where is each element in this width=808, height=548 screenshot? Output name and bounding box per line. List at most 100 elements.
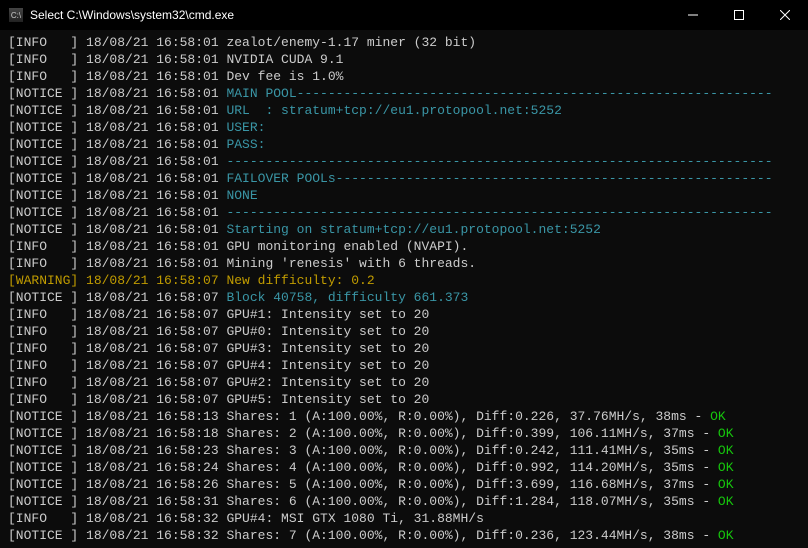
minimize-button[interactable] (670, 0, 716, 30)
log-prefix: [INFO ] 18/08/21 16:58:01 (8, 239, 226, 254)
log-line: [NOTICE ] 18/08/21 16:58:01 FAILOVER POO… (8, 170, 802, 187)
log-prefix: [NOTICE ] 18/08/21 16:58:01 (8, 154, 226, 169)
log-prefix: [INFO ] 18/08/21 16:58:07 (8, 375, 226, 390)
log-segment: ----------------------------------------… (336, 171, 773, 186)
log-prefix: [NOTICE ] 18/08/21 16:58:01 (8, 188, 226, 203)
log-segment: GPU#1: Intensity set to 20 (226, 307, 429, 322)
log-segment: OK (718, 528, 734, 543)
log-segment: NONE (226, 188, 257, 203)
maximize-icon (734, 10, 744, 20)
log-segment: GPU#5: Intensity set to 20 (226, 392, 429, 407)
log-line: [INFO ] 18/08/21 16:58:32 GPU#4: MSI GTX… (8, 510, 802, 527)
log-prefix: [NOTICE ] 18/08/21 16:58:07 (8, 290, 226, 305)
log-segment: ----------------------------------------… (226, 154, 772, 169)
close-icon (780, 10, 790, 20)
log-line: [INFO ] 18/08/21 16:58:01 NVIDIA CUDA 9.… (8, 51, 802, 68)
log-line: [NOTICE ] 18/08/21 16:58:26 Shares: 5 (A… (8, 476, 802, 493)
log-segment: Shares: 3 (A:100.00%, R:0.00%), Diff:0.2… (226, 443, 717, 458)
close-button[interactable] (762, 0, 808, 30)
log-prefix: [WARNING] 18/08/21 16:58:07 (8, 273, 226, 288)
log-segment: Shares: 1 (A:100.00%, R:0.00%), Diff:0.2… (226, 409, 710, 424)
log-prefix: [INFO ] 18/08/21 16:58:01 (8, 69, 226, 84)
log-segment: Shares: 7 (A:100.00%, R:0.00%), Diff:0.2… (226, 528, 717, 543)
log-segment: NVIDIA CUDA 9.1 (226, 52, 343, 67)
log-segment: GPU#2: Intensity set to 20 (226, 375, 429, 390)
log-segment: zealot/enemy-1.17 miner (32 bit) (226, 35, 476, 50)
log-segment: Shares: 6 (A:100.00%, R:0.00%), Diff:1.2… (226, 494, 717, 509)
log-prefix: [NOTICE ] 18/08/21 16:58:32 (8, 528, 226, 543)
log-line: [NOTICE ] 18/08/21 16:58:01 MAIN POOL---… (8, 85, 802, 102)
log-line: [NOTICE ] 18/08/21 16:58:24 Shares: 4 (A… (8, 459, 802, 476)
log-prefix: [NOTICE ] 18/08/21 16:58:24 (8, 460, 226, 475)
log-prefix: [NOTICE ] 18/08/21 16:58:01 (8, 120, 226, 135)
window-titlebar[interactable]: C:\ Select C:\Windows\system32\cmd.exe (0, 0, 808, 30)
log-segment: Shares: 5 (A:100.00%, R:0.00%), Diff:3.6… (226, 477, 717, 492)
log-segment: OK (718, 477, 734, 492)
log-line: [NOTICE ] 18/08/21 16:58:01 NONE (8, 187, 802, 204)
log-prefix: [NOTICE ] 18/08/21 16:58:01 (8, 171, 226, 186)
log-prefix: [NOTICE ] 18/08/21 16:58:18 (8, 426, 226, 441)
log-line: [NOTICE ] 18/08/21 16:58:01 USER: (8, 119, 802, 136)
log-segment: GPU#4: Intensity set to 20 (226, 358, 429, 373)
log-line: [NOTICE ] 18/08/21 16:58:31 Shares: 6 (A… (8, 493, 802, 510)
log-segment: ----------------------------------------… (297, 86, 773, 101)
log-segment: GPU#0: Intensity set to 20 (226, 324, 429, 339)
log-prefix: [INFO ] 18/08/21 16:58:01 (8, 35, 226, 50)
log-prefix: [INFO ] 18/08/21 16:58:32 (8, 511, 226, 526)
log-segment: URL : stratum+tcp://eu1.protopool.net:52… (226, 103, 561, 118)
log-line: [INFO ] 18/08/21 16:58:07 GPU#2: Intensi… (8, 374, 802, 391)
log-segment: OK (718, 443, 734, 458)
log-line: [INFO ] 18/08/21 16:58:07 GPU#1: Intensi… (8, 306, 802, 323)
log-segment: Shares: 2 (A:100.00%, R:0.00%), Diff:0.3… (226, 426, 717, 441)
log-line: [INFO ] 18/08/21 16:58:01 zealot/enemy-1… (8, 34, 802, 51)
log-line: [INFO ] 18/08/21 16:58:07 GPU#3: Intensi… (8, 340, 802, 357)
log-segment: ----------------------------------------… (226, 205, 772, 220)
log-segment: GPU#3: Intensity set to 20 (226, 341, 429, 356)
log-line: [NOTICE ] 18/08/21 16:58:23 Shares: 3 (A… (8, 442, 802, 459)
log-segment: Dev fee is 1.0% (226, 69, 343, 84)
log-prefix: [NOTICE ] 18/08/21 16:58:23 (8, 443, 226, 458)
log-line: [NOTICE ] 18/08/21 16:58:32 Shares: 7 (A… (8, 527, 802, 544)
log-prefix: [NOTICE ] 18/08/21 16:58:01 (8, 137, 226, 152)
log-prefix: [NOTICE ] 18/08/21 16:58:01 (8, 103, 226, 118)
log-line: [INFO ] 18/08/21 16:58:07 GPU#4: Intensi… (8, 357, 802, 374)
log-segment: Shares: 4 (A:100.00%, R:0.00%), Diff:0.9… (226, 460, 717, 475)
log-segment: Starting on stratum+tcp://eu1.protopool.… (226, 222, 600, 237)
log-line: [WARNING] 18/08/21 16:58:07 New difficul… (8, 272, 802, 289)
log-line: [NOTICE ] 18/08/21 16:58:01 ------------… (8, 204, 802, 221)
log-prefix: [INFO ] 18/08/21 16:58:07 (8, 324, 226, 339)
log-prefix: [NOTICE ] 18/08/21 16:58:13 (8, 409, 226, 424)
log-prefix: [INFO ] 18/08/21 16:58:07 (8, 341, 226, 356)
log-segment: New difficulty: 0.2 (226, 273, 374, 288)
log-prefix: [NOTICE ] 18/08/21 16:58:31 (8, 494, 226, 509)
log-line: [NOTICE ] 18/08/21 16:58:18 Shares: 2 (A… (8, 425, 802, 442)
log-prefix: [INFO ] 18/08/21 16:58:01 (8, 256, 226, 271)
log-line: [INFO ] 18/08/21 16:58:07 GPU#5: Intensi… (8, 391, 802, 408)
log-segment: OK (718, 426, 734, 441)
log-line: [INFO ] 18/08/21 16:58:01 Dev fee is 1.0… (8, 68, 802, 85)
minimize-icon (688, 10, 698, 20)
log-segment: OK (718, 460, 734, 475)
log-line: [INFO ] 18/08/21 16:58:01 Mining 'renesi… (8, 255, 802, 272)
terminal-output[interactable]: [INFO ] 18/08/21 16:58:01 zealot/enemy-1… (0, 30, 808, 548)
log-line: [NOTICE ] 18/08/21 16:58:07 Block 40758,… (8, 289, 802, 306)
log-line: [INFO ] 18/08/21 16:58:07 GPU#0: Intensi… (8, 323, 802, 340)
log-segment: MAIN POOL (226, 86, 296, 101)
log-segment: GPU#4: MSI GTX 1080 Ti, 31.88MH/s (226, 511, 483, 526)
log-prefix: [NOTICE ] 18/08/21 16:58:01 (8, 205, 226, 220)
log-prefix: [NOTICE ] 18/08/21 16:58:01 (8, 222, 226, 237)
log-line: [NOTICE ] 18/08/21 16:58:01 URL : stratu… (8, 102, 802, 119)
log-segment: GPU monitoring enabled (NVAPI). (226, 239, 468, 254)
log-prefix: [INFO ] 18/08/21 16:58:07 (8, 392, 226, 407)
log-segment: Mining 'renesis' with 6 threads. (226, 256, 476, 271)
log-segment: Block 40758, difficulty 661.373 (226, 290, 468, 305)
log-prefix: [INFO ] 18/08/21 16:58:07 (8, 358, 226, 373)
log-prefix: [NOTICE ] 18/08/21 16:58:01 (8, 86, 226, 101)
log-segment: FAILOVER POOLs (226, 171, 335, 186)
maximize-button[interactable] (716, 0, 762, 30)
log-prefix: [NOTICE ] 18/08/21 16:58:26 (8, 477, 226, 492)
cmd-icon: C:\ (8, 7, 24, 23)
log-prefix: [INFO ] 18/08/21 16:58:01 (8, 52, 226, 67)
log-segment: USER: (226, 120, 265, 135)
window-title: Select C:\Windows\system32\cmd.exe (30, 7, 234, 24)
